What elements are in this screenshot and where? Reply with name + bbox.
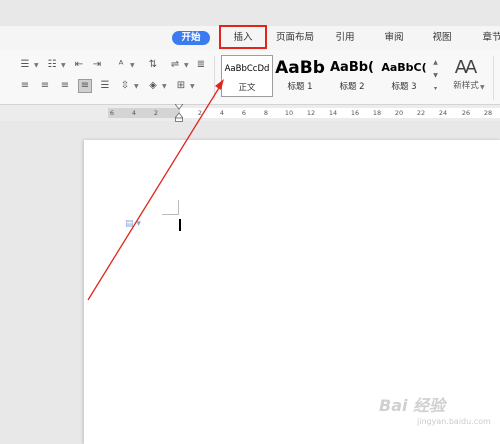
watermark-main: Bai 经验 (379, 396, 446, 415)
watermark-sub: jingyan.baidu.com (417, 417, 491, 426)
annotation-arrow (87, 79, 224, 301)
watermark-logo: Bai 经验 jingyan.baidu.com (377, 392, 497, 432)
